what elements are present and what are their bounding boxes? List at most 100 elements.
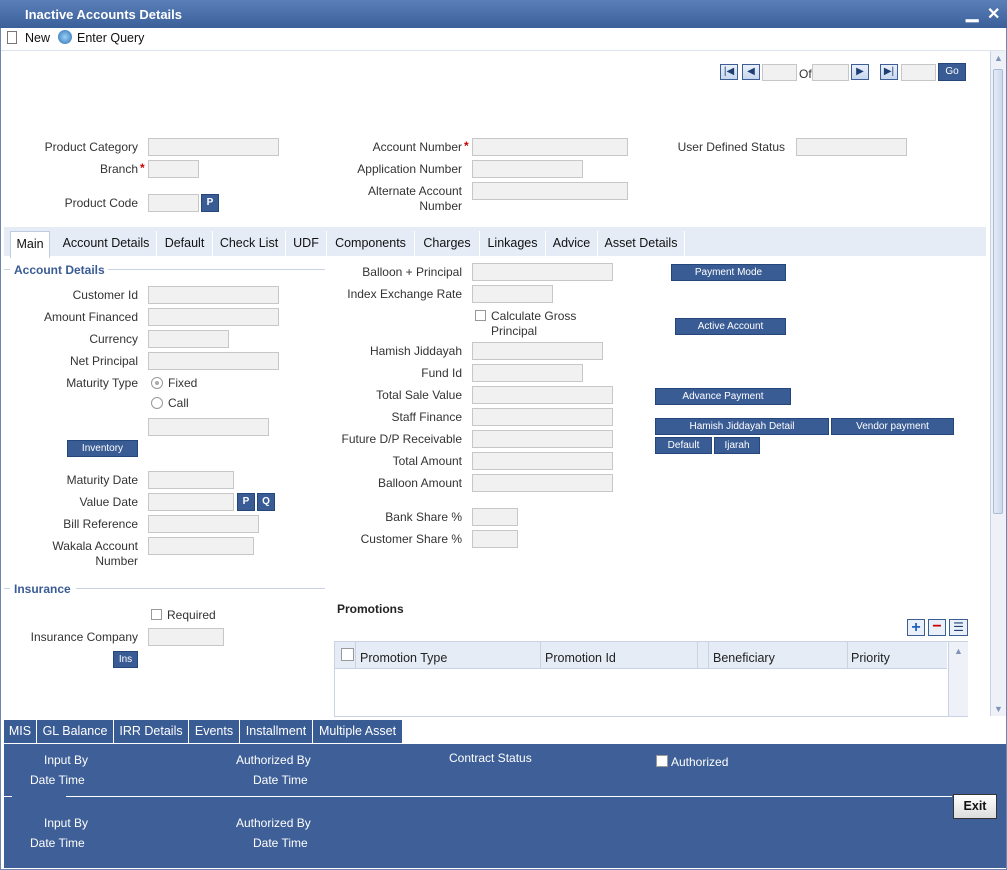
future-dp-receivable-input[interactable]	[472, 430, 613, 448]
customer-id-input[interactable]	[148, 286, 279, 304]
bill-reference-input[interactable]	[148, 515, 259, 533]
alternate-account-number-input[interactable]	[472, 182, 628, 200]
account-number-input[interactable]	[472, 138, 628, 156]
promotions-title: Promotions	[337, 602, 404, 616]
promotions-scrollbar[interactable]: ▲	[948, 642, 968, 716]
product-category-input[interactable]	[148, 138, 279, 156]
inventory-button[interactable]: Inventory	[67, 440, 138, 457]
user-defined-status-input[interactable]	[796, 138, 907, 156]
currency-label: Currency	[89, 332, 138, 346]
advance-payment-button[interactable]: Advance Payment	[655, 388, 791, 405]
alternate-account-label: Alternate Account	[367, 184, 462, 198]
maturity-date-input[interactable]	[148, 471, 234, 489]
tab-main[interactable]: Main	[10, 231, 50, 258]
product-category-label: Product Category	[44, 140, 138, 154]
balloon-principal-input[interactable]	[472, 263, 613, 281]
insurance-required-checkbox[interactable]	[151, 609, 162, 620]
tab-account-details[interactable]: Account Details	[56, 231, 157, 256]
tab-multiple-asset[interactable]: Multiple Asset	[313, 720, 403, 743]
value-date-q-button[interactable]: Q	[257, 493, 275, 511]
maturity-date-label: Maturity Date	[66, 473, 138, 487]
authorized-by-label-2: Authorized By	[236, 816, 311, 830]
column-priority[interactable]: Priority	[851, 651, 890, 665]
wakala-account-label-line2: Number	[95, 554, 138, 568]
pager-of-label: Of	[799, 67, 812, 81]
payment-mode-button[interactable]: Payment Mode	[671, 264, 786, 281]
maturity-fixed-radio[interactable]	[151, 377, 163, 389]
tab-events[interactable]: Events	[189, 720, 240, 743]
authorized-checkbox[interactable]	[656, 755, 668, 767]
column-beneficiary[interactable]: Beneficiary	[713, 651, 775, 665]
insurance-company-input[interactable]	[148, 628, 224, 646]
tab-installment[interactable]: Installment	[240, 720, 313, 743]
last-record-icon[interactable]: ▶|	[880, 64, 898, 80]
amount-financed-input[interactable]	[148, 308, 279, 326]
section-divider	[4, 269, 10, 270]
total-sale-value-input[interactable]	[472, 386, 613, 404]
tab-advice[interactable]: Advice	[546, 231, 598, 256]
tab-default[interactable]: Default	[157, 231, 213, 256]
add-row-icon[interactable]: +	[907, 619, 925, 636]
column-promotion-type[interactable]: Promotion Type	[360, 651, 447, 665]
branch-input[interactable]	[148, 160, 199, 178]
bank-share-input[interactable]	[472, 508, 518, 526]
application-number-input[interactable]	[472, 160, 583, 178]
tab-asset-details[interactable]: Asset Details	[598, 231, 685, 256]
default-button[interactable]: Default	[655, 437, 712, 454]
column-promotion-id[interactable]: Promotion Id	[545, 651, 616, 665]
active-account-button[interactable]: Active Account	[675, 318, 786, 335]
go-button[interactable]: Go	[938, 63, 966, 81]
first-record-icon[interactable]: |◀	[720, 64, 738, 80]
fund-id-input[interactable]	[472, 364, 583, 382]
next-record-icon[interactable]: ▶	[851, 64, 869, 80]
maturity-extra-input[interactable]	[148, 418, 269, 436]
main-scrollbar[interactable]: ▲ ▼	[990, 51, 1006, 716]
goto-record-input[interactable]	[901, 64, 936, 81]
new-button[interactable]: New	[25, 31, 50, 45]
close-icon[interactable]: ✕	[987, 4, 1000, 24]
application-number-label: Application Number	[357, 162, 462, 176]
hamish-jiddayah-detail-button[interactable]: Hamish Jiddayah Detail	[655, 418, 829, 435]
toolbar: New Enter Query	[1, 28, 1005, 51]
vendor-payment-button[interactable]: Vendor payment	[831, 418, 954, 435]
previous-record-icon[interactable]: ◀	[742, 64, 760, 80]
single-view-icon[interactable]: ☰	[949, 619, 968, 636]
delete-row-icon[interactable]: −	[928, 619, 946, 636]
maturity-call-radio[interactable]	[151, 397, 163, 409]
ijarah-button[interactable]: Ijarah	[714, 437, 760, 454]
exit-button[interactable]: Exit	[953, 794, 997, 819]
ins-button[interactable]: Ins	[113, 651, 138, 668]
staff-finance-input[interactable]	[472, 408, 613, 426]
value-date-p-button[interactable]: P	[237, 493, 255, 511]
balloon-amount-input[interactable]	[472, 474, 613, 492]
total-amount-input[interactable]	[472, 452, 613, 470]
branch-required-marker: *	[140, 161, 145, 175]
tab-components[interactable]: Components	[327, 231, 415, 256]
calculate-gross-principal-checkbox[interactable]	[475, 310, 486, 321]
product-code-lookup-button[interactable]: P	[201, 194, 219, 212]
wakala-account-input[interactable]	[148, 537, 254, 555]
customer-share-input[interactable]	[472, 530, 518, 548]
total-records-input[interactable]	[812, 64, 849, 81]
tab-irr-details[interactable]: IRR Details	[114, 720, 189, 743]
enter-query-button[interactable]: Enter Query	[77, 31, 144, 45]
tab-gl-balance[interactable]: GL Balance	[37, 720, 114, 743]
minimize-icon[interactable]: ▁	[966, 3, 978, 23]
select-all-checkbox[interactable]	[341, 648, 354, 661]
tab-linkages[interactable]: Linkages	[480, 231, 546, 256]
current-record-input[interactable]	[762, 64, 797, 81]
hamish-jiddayah-input[interactable]	[472, 342, 603, 360]
footer-divider	[66, 796, 952, 797]
tab-mis[interactable]: MIS	[4, 720, 37, 743]
value-date-input[interactable]	[148, 493, 234, 511]
index-exchange-rate-label: Index Exchange Rate	[347, 287, 462, 301]
tab-udf[interactable]: UDF	[286, 231, 327, 256]
net-principal-input[interactable]	[148, 352, 279, 370]
currency-input[interactable]	[148, 330, 229, 348]
tab-check-list[interactable]: Check List	[213, 231, 286, 256]
product-code-input[interactable]	[148, 194, 199, 212]
index-exchange-rate-input[interactable]	[472, 285, 553, 303]
date-time-label: Date Time	[30, 773, 85, 787]
scrollbar-thumb[interactable]	[993, 69, 1003, 514]
tab-charges[interactable]: Charges	[415, 231, 480, 256]
